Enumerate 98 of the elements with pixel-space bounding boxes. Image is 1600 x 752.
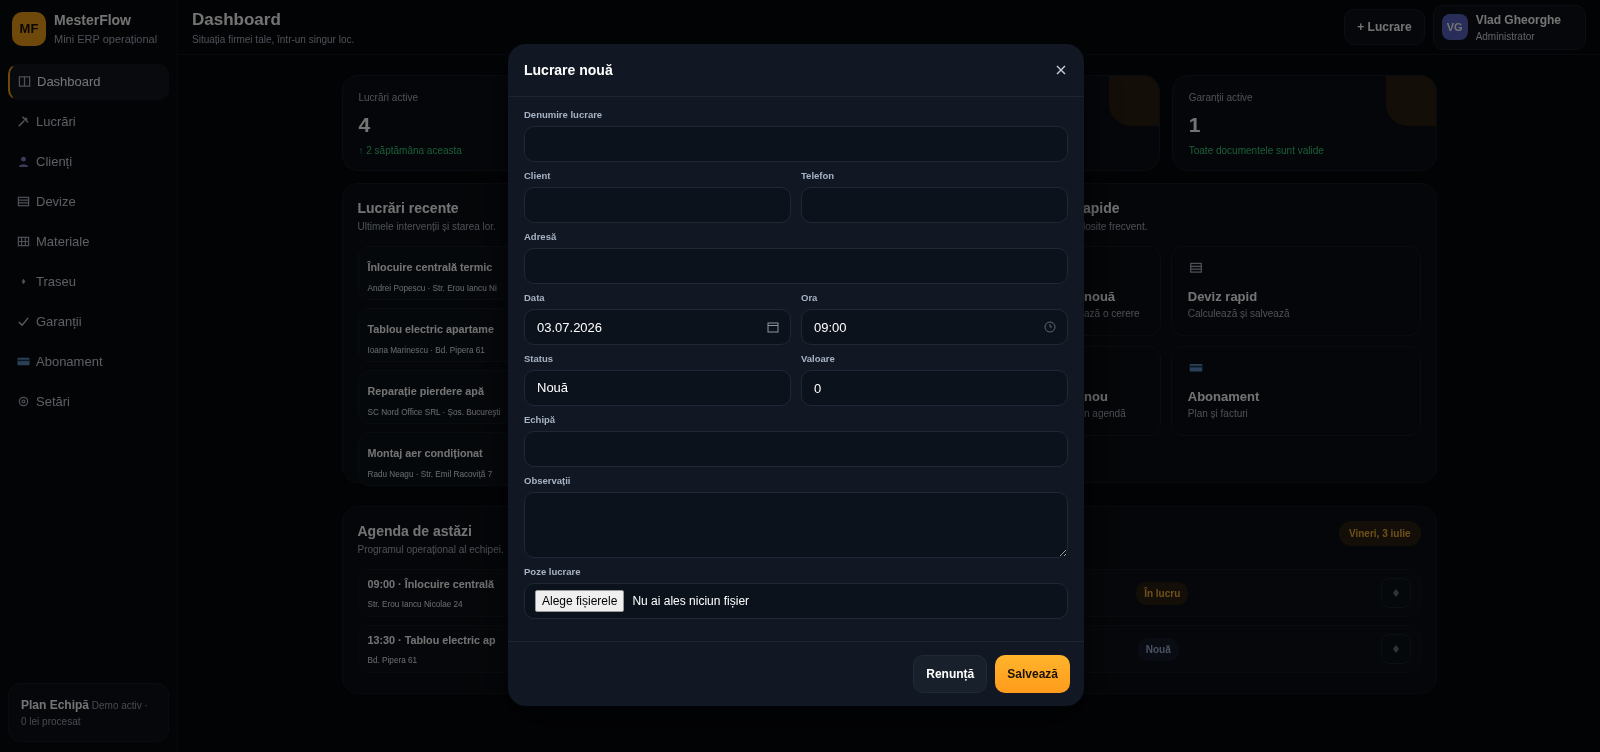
stat-label: Garanții active: [1188, 91, 1253, 105]
close-button[interactable]: [1054, 63, 1068, 77]
page-title: Dashboard: [192, 8, 282, 31]
sidebar-item[interactable]: Abonament: [8, 343, 169, 380]
check-icon: [17, 315, 30, 328]
action-title: Deviz rapid: [1187, 287, 1258, 306]
job-meta: Radu Neagu · Str. Emil Racoviță 7: [367, 469, 493, 479]
grid-icon: [17, 235, 30, 248]
page-subtitle: Situația firmei tale, într-un singur loc.: [192, 33, 355, 48]
input-field[interactable]: [801, 187, 1068, 223]
action-subtitle: Plan și facturi: [1187, 407, 1248, 421]
panel-title: Lucrări recente: [357, 199, 459, 218]
stat-value: 1: [1188, 112, 1201, 138]
user-name: Vlad Gheorghe: [1475, 11, 1561, 29]
agenda-address: Bd. Pipera 61: [367, 656, 418, 665]
user-menu[interactable]: VG Vlad Gheorghe Administrator: [1432, 4, 1586, 50]
route-button[interactable]: [1380, 578, 1411, 608]
file-status-text: Nu ai ales niciun fișier: [632, 593, 750, 610]
sidebar-item[interactable]: Materiale: [8, 223, 169, 260]
sidebar-item[interactable]: Dashboard: [8, 63, 169, 100]
job-title: Înlocuire centrală termic: [367, 261, 493, 273]
panel-title: Agenda de astăzi: [357, 522, 472, 541]
job-meta: Ioana Marinescu · Bd. Pipera 61: [367, 345, 485, 355]
status-badge: Nouă: [1137, 637, 1179, 661]
agenda-title: 13:30 · Tablou electric ap: [367, 633, 496, 646]
brand-name: MesterFlow: [54, 11, 132, 30]
sidebar-item[interactable]: Setări: [8, 383, 169, 420]
field-label: Denumire lucrare: [524, 109, 603, 121]
clock-icon[interactable]: [1044, 321, 1056, 333]
diamond-icon: [1392, 645, 1399, 653]
input-field[interactable]: [524, 248, 1068, 284]
calendar-icon[interactable]: [767, 321, 779, 333]
field-label: Echipă: [524, 414, 556, 426]
sidebar-item[interactable]: Clienți: [8, 143, 169, 180]
action-title: Abonament: [1187, 387, 1260, 406]
plan-summary: Plan Echipă Demo activ · 0 lei procesat: [8, 683, 169, 742]
sidebar-item[interactable]: Lucrări: [8, 103, 169, 140]
job-title: Tablou electric apartame: [367, 323, 494, 335]
card-icon: [1187, 361, 1204, 375]
agenda-address: Str. Erou Iancu Nicolae 24: [367, 600, 463, 609]
field-label: Client: [524, 170, 551, 182]
columns-icon: [18, 75, 31, 88]
input-field[interactable]: [524, 187, 791, 223]
job-meta: Andrei Popescu · Str. Erou Iancu Ni: [367, 283, 497, 293]
choose-files-button[interactable]: Alege fișierele: [535, 590, 625, 612]
action-title: nouă: [1084, 287, 1116, 306]
card-icon: [17, 355, 30, 368]
time-field[interactable]: 09:00: [801, 309, 1068, 345]
input-field[interactable]: [524, 126, 1068, 162]
field-label: Valoare: [801, 353, 835, 365]
action-title: nou: [1084, 387, 1108, 406]
user-role: Administrator: [1475, 29, 1536, 44]
status-badge: În lucru: [1136, 581, 1189, 605]
field-label: Data: [524, 292, 545, 304]
quick-action-card[interactable]: Abonament Plan și facturi: [1170, 346, 1421, 436]
panel-title: apide: [1083, 199, 1120, 218]
panel-subtitle: Programul operațional al echipei.: [357, 543, 504, 557]
field-label: Observații: [524, 475, 571, 487]
sidebar-item[interactable]: Traseu: [8, 263, 169, 300]
quick-action-card[interactable]: Deviz rapid Calculează și salvează: [1170, 246, 1421, 336]
tools-icon: [17, 115, 30, 128]
user-icon: [17, 155, 30, 168]
status-select[interactable]: Nouă: [524, 370, 791, 406]
stat-value: 4: [358, 112, 371, 138]
new-job-button[interactable]: + Lucrare: [1344, 9, 1425, 45]
stat-label: Lucrări active: [358, 91, 418, 105]
date-field[interactable]: 03.07.2026: [524, 309, 791, 345]
list-icon: [17, 195, 30, 208]
gear-icon: [17, 395, 30, 408]
diamond-icon: [1392, 589, 1399, 597]
list-icon: [1187, 261, 1204, 275]
action-subtitle: Calculează și salvează: [1187, 307, 1290, 321]
stat-note: ↑ 2 săptămâna aceasta: [358, 143, 462, 158]
modal-title: Lucrare nouă: [524, 60, 613, 80]
input-field[interactable]: [524, 431, 1068, 467]
notes-field[interactable]: [524, 492, 1068, 558]
field-label: Telefon: [801, 170, 835, 182]
user-avatar: VG: [1441, 14, 1468, 40]
field-label: Status: [524, 353, 554, 365]
cancel-button[interactable]: Renunță: [913, 655, 988, 693]
sidebar-item[interactable]: Devize: [8, 183, 169, 220]
logo: MF: [12, 11, 46, 46]
field-label: Adresă: [524, 231, 557, 243]
sidebar-item[interactable]: Garanții: [8, 303, 169, 340]
input-field[interactable]: 0: [801, 370, 1068, 406]
brand-tagline: Mini ERP operațional: [54, 32, 158, 47]
job-meta: SC Nord Office SRL · Șos. Bucureşti: [367, 407, 501, 417]
agenda-title: 09:00 · Înlocuire centrală: [367, 577, 495, 590]
field-label: Ora: [801, 292, 818, 304]
route-button[interactable]: [1380, 634, 1411, 664]
stat-note: Toate documentele sunt valide: [1188, 143, 1324, 158]
save-button[interactable]: Salvează: [995, 655, 1070, 693]
panel-subtitle: Ultimele intervenții și starea lor.: [357, 220, 496, 234]
file-field[interactable]: Alege fișierele Nu ai ales niciun fișier: [524, 583, 1068, 619]
job-title: Montaj aer condiționat: [367, 447, 483, 459]
date-badge: Vineri, 3 iulie: [1339, 521, 1421, 546]
job-title: Reparație pierdere apă: [367, 385, 484, 397]
field-label: Poze lucrare: [524, 566, 581, 578]
